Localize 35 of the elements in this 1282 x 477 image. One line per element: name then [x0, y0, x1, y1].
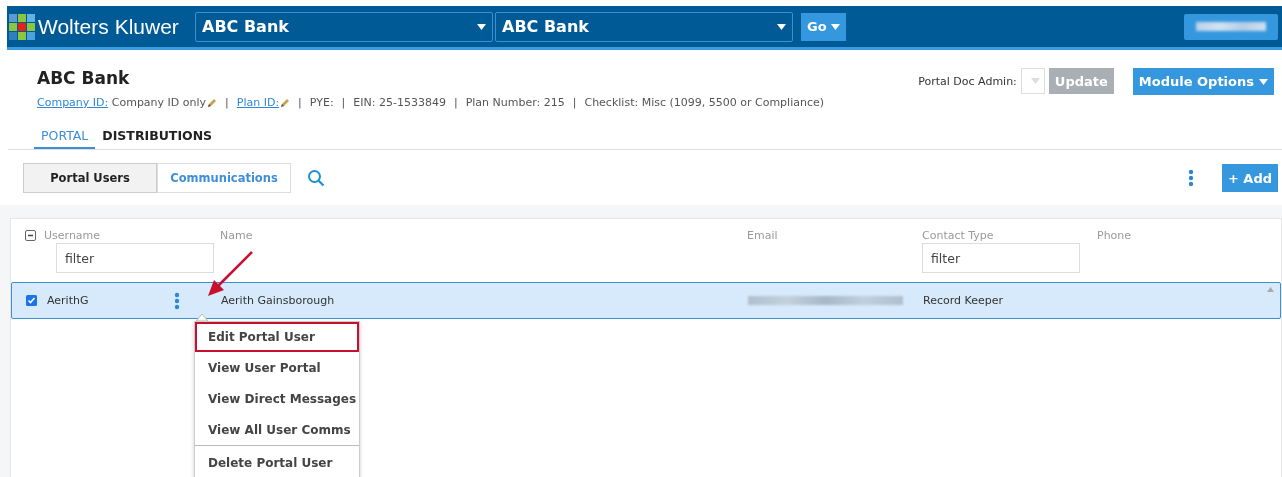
- info-text: Checklist: Misc (1099, 5500 or Compliance): [584, 96, 825, 109]
- separator: |: [298, 96, 302, 109]
- menu-item[interactable]: View User Portal: [195, 352, 359, 383]
- separator: |: [572, 96, 577, 109]
- column-header: Username: [44, 229, 101, 242]
- info-text: Plan Number: 215: [465, 96, 565, 109]
- separator: |: [453, 96, 458, 109]
- tab[interactable]: PORTAL: [34, 128, 96, 149]
- column-header: Name: [220, 229, 253, 242]
- tab[interactable]: DISTRIBUTIONS: [95, 128, 220, 149]
- column-header: Contact Type: [922, 229, 994, 242]
- separator: |: [225, 96, 229, 109]
- filter-field[interactable]: filter: [922, 243, 1080, 273]
- menu-item[interactable]: Delete Portal User: [195, 445, 359, 477]
- brand-name: Wolters Kluwer: [38, 14, 179, 39]
- info-value: Company ID only: [110, 96, 207, 109]
- table-cell: AerithG: [47, 294, 89, 307]
- info-text: EIN: 25-1533849: [353, 96, 446, 109]
- info-text: PYE:: [309, 96, 334, 109]
- table-cell-text: Record Keeper: [923, 294, 1004, 307]
- menu-item[interactable]: View All User Comms: [195, 414, 359, 445]
- menu-item[interactable]: Edit Portal User: [195, 322, 359, 352]
- table-cell-text: Aerith Gainsborough: [221, 294, 336, 307]
- filter-field[interactable]: filter: [56, 243, 214, 273]
- info-link[interactable]: Plan ID:: [236, 96, 280, 109]
- info-link[interactable]: Company ID:: [37, 96, 109, 109]
- doc-admin-label: Portal Doc Admin:: [918, 75, 1017, 88]
- plan-select[interactable]: ABC Bank: [495, 11, 793, 42]
- segment-button[interactable]: Portal Users: [23, 163, 157, 193]
- column-header: Phone: [1097, 229, 1132, 242]
- plan-title: ABC Bank: [37, 68, 131, 88]
- company-select[interactable]: ABC Bank: [195, 11, 493, 42]
- column-header: Email: [747, 229, 778, 242]
- separator: |: [341, 96, 346, 109]
- menu-item[interactable]: View Direct Messages: [195, 383, 359, 414]
